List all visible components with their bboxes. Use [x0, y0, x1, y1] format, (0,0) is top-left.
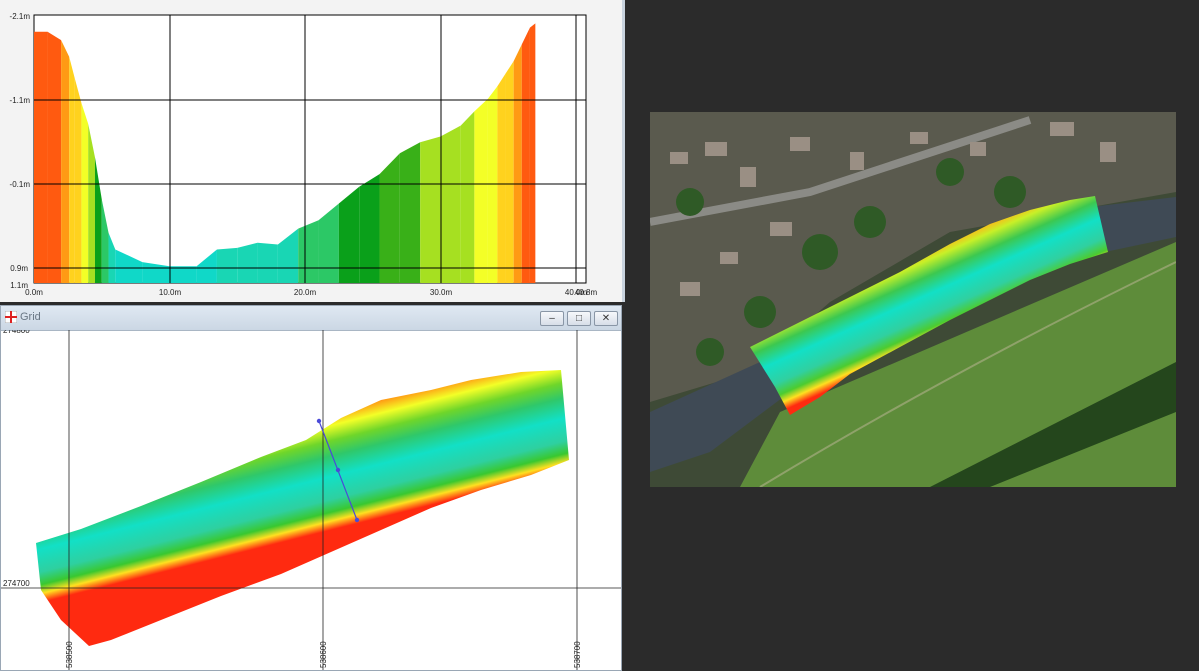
- section-end-handle[interactable]: [354, 517, 360, 523]
- easting-label: 538700: [573, 641, 582, 668]
- y-tick-label: -0.1m: [10, 180, 31, 189]
- profile-segment: [237, 242, 258, 283]
- profile-segment: [440, 125, 461, 283]
- profile-segment: [497, 73, 506, 283]
- section-start-handle[interactable]: [316, 418, 322, 424]
- profile-segment: [298, 220, 319, 283]
- profile-panel: -2.1m -1.1m -0.1m 0.9m 1.1m 0.0m 10.0m 2…: [0, 0, 625, 302]
- x-tick-label: 0.0m: [25, 288, 43, 297]
- x-tick-label: 10.0m: [159, 288, 182, 297]
- x-tick-label: 20.0m: [294, 288, 317, 297]
- aerial-image: [650, 112, 1176, 487]
- x-tick-label: 30.0m: [430, 288, 453, 297]
- profile-chart: -2.1m -1.1m -0.1m 0.9m 1.1m 0.0m 10.0m 2…: [10, 12, 598, 297]
- northing-label: 274800: [3, 330, 30, 335]
- close-icon: ✕: [601, 313, 611, 324]
- x-tick-label: 40.8m: [575, 288, 598, 297]
- grid-window-icon: [5, 311, 17, 323]
- y-tick-label: 0.9m: [10, 264, 28, 273]
- profile-segment: [338, 186, 360, 283]
- profile-segment: [420, 136, 441, 283]
- profile-segment: [529, 23, 536, 283]
- profile-segment: [460, 111, 475, 283]
- profile-segment: [521, 27, 530, 283]
- easting-label: 538500: [65, 641, 74, 668]
- y-tick-label: -2.1m: [10, 12, 31, 21]
- profile-segment: [487, 86, 498, 283]
- river-survey-surface: [36, 370, 569, 646]
- grid-titlebar[interactable]: Grid – □ ✕: [1, 306, 621, 331]
- profile-segment: [379, 153, 400, 283]
- grid-window[interactable]: Grid – □ ✕ 274800 274700 538500 538600 5…: [0, 305, 622, 671]
- grid-window-title: Grid: [20, 311, 41, 323]
- profile-segment: [74, 77, 82, 283]
- map-viewport[interactable]: [625, 0, 1199, 671]
- profile-segment: [69, 56, 75, 283]
- profile-segment: [47, 31, 62, 283]
- profile-segment: [81, 102, 89, 283]
- northing-label: 274700: [3, 579, 30, 588]
- easting-label: 538600: [319, 641, 328, 668]
- profile-segment: [399, 142, 421, 283]
- y-tick-label: -1.1m: [10, 96, 31, 105]
- maximize-button[interactable]: □: [567, 311, 591, 326]
- profile-segment: [34, 31, 48, 283]
- profile-segment: [216, 247, 238, 283]
- profile-segment: [257, 242, 278, 283]
- grid-map-view[interactable]: 274800 274700 538500 538600 538700: [1, 330, 621, 670]
- profile-segment: [61, 40, 70, 283]
- maximize-icon: □: [575, 313, 583, 324]
- minimize-button[interactable]: –: [540, 311, 564, 326]
- minimize-icon: –: [549, 313, 555, 324]
- profile-segment: [513, 44, 522, 283]
- profile-segment: [359, 174, 380, 283]
- section-mid-handle[interactable]: [335, 467, 341, 473]
- profile-segment: [505, 61, 514, 283]
- profile-segment: [169, 266, 197, 283]
- close-button[interactable]: ✕: [594, 311, 618, 326]
- profile-segment: [474, 98, 488, 283]
